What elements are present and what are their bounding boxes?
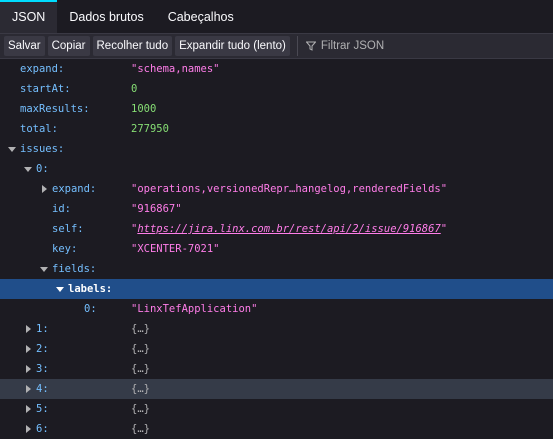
- json-value: "916867": [131, 203, 182, 215]
- json-key: maxResults:: [20, 103, 90, 115]
- json-value: "LinxTefApplication": [131, 303, 258, 315]
- chevron-right-icon[interactable]: [24, 365, 32, 373]
- json-row-issue-1[interactable]: 1: {…}: [0, 319, 553, 339]
- json-key: labels:: [68, 283, 113, 295]
- tab-json[interactable]: JSON: [0, 0, 58, 33]
- json-value: "https://jira.linx.com.br/rest/api/2/iss…: [131, 223, 447, 235]
- json-value: {…}: [131, 323, 150, 335]
- tab-headers-label: Cabeçalhos: [167, 9, 234, 24]
- copy-button[interactable]: Copiar: [47, 36, 90, 56]
- chevron-down-icon[interactable]: [24, 165, 32, 173]
- collapse-all-button[interactable]: Recolher tudo: [92, 36, 173, 56]
- tab-json-label: JSON: [12, 9, 46, 24]
- tab-raw-data[interactable]: Dados brutos: [57, 0, 155, 33]
- json-row-label-0[interactable]: 0: "LinxTefApplication": [0, 299, 553, 319]
- json-key: 5:: [36, 403, 49, 415]
- json-key: total:: [20, 123, 58, 135]
- json-value: 0: [131, 83, 138, 95]
- json-key: 2:: [36, 343, 49, 355]
- chevron-right-icon[interactable]: [24, 325, 32, 333]
- quote-close: ": [440, 223, 448, 235]
- json-key: expand:: [20, 63, 65, 75]
- tab-raw-data-label: Dados brutos: [69, 9, 144, 24]
- json-key: fields:: [52, 263, 97, 275]
- chevron-down-icon[interactable]: [40, 265, 48, 273]
- json-row-issue0-id[interactable]: id: "916867": [0, 199, 553, 219]
- json-row-issue0-expand[interactable]: expand: "operations,versionedRepr…hangel…: [0, 179, 553, 199]
- chevron-right-icon[interactable]: [40, 185, 48, 193]
- json-row-labels[interactable]: labels:: [0, 279, 553, 299]
- json-row-issue-5[interactable]: 5: {…}: [0, 399, 553, 419]
- json-row-maxresults[interactable]: maxResults: 1000: [0, 99, 553, 119]
- filter-icon: [305, 41, 316, 51]
- filter-json-input[interactable]: Filtrar JSON: [296, 36, 385, 56]
- json-toolbar: Salvar Copiar Recolher tudo Expandir tud…: [0, 34, 553, 59]
- json-key: key:: [52, 243, 78, 255]
- json-row-issues[interactable]: issues:: [0, 139, 553, 159]
- json-row-fields[interactable]: fields:: [0, 259, 553, 279]
- json-key: startAt:: [20, 83, 71, 95]
- json-value: "XCENTER-7021": [131, 243, 220, 255]
- json-row-issue0-key[interactable]: key: "XCENTER-7021": [0, 239, 553, 259]
- json-value: {…}: [131, 363, 150, 375]
- chevron-right-icon[interactable]: [24, 345, 32, 353]
- tab-headers[interactable]: Cabeçalhos: [156, 0, 246, 33]
- json-row-issue-0[interactable]: 0:: [0, 159, 553, 179]
- self-link[interactable]: https://jira.linx.com.br/rest/api/2/issu…: [137, 223, 440, 235]
- json-value: "schema,names": [131, 63, 220, 75]
- json-row-issue-6[interactable]: 6: {…}: [0, 419, 553, 439]
- json-value: 277950: [131, 123, 169, 135]
- json-row-total[interactable]: total: 277950: [0, 119, 553, 139]
- save-button[interactable]: Salvar: [4, 36, 45, 56]
- json-value: {…}: [131, 403, 150, 415]
- json-value: 1000: [131, 103, 157, 115]
- tab-bar: JSON Dados brutos Cabeçalhos: [0, 0, 553, 34]
- chevron-down-icon[interactable]: [8, 145, 16, 153]
- json-key: 3:: [36, 363, 49, 375]
- chevron-down-icon[interactable]: [56, 285, 64, 293]
- json-row-expand[interactable]: expand: "schema,names": [0, 59, 553, 79]
- chevron-right-icon[interactable]: [24, 405, 32, 413]
- chevron-right-icon[interactable]: [24, 425, 32, 433]
- filter-placeholder: Filtrar JSON: [320, 40, 385, 52]
- expand-all-button[interactable]: Expandir tudo (lento): [175, 36, 290, 56]
- json-value: {…}: [131, 343, 150, 355]
- json-value: {…}: [131, 423, 150, 435]
- json-row-issue-4[interactable]: 4: {…}: [0, 379, 553, 399]
- chevron-right-icon[interactable]: [24, 385, 32, 393]
- json-key: id:: [52, 203, 71, 215]
- json-row-issue-2[interactable]: 2: {…}: [0, 339, 553, 359]
- json-key: 0:: [84, 303, 97, 315]
- json-key: 1:: [36, 323, 49, 335]
- json-value: "operations,versionedRepr…hangelog,rende…: [131, 183, 448, 195]
- json-value: {…}: [131, 383, 150, 395]
- json-key: 6:: [36, 423, 49, 435]
- json-key: self:: [52, 223, 84, 235]
- json-row-startat[interactable]: startAt: 0: [0, 79, 553, 99]
- json-key: 4:: [36, 383, 49, 395]
- json-key: issues:: [20, 143, 65, 155]
- json-key: expand:: [52, 183, 97, 195]
- json-key: 0:: [36, 163, 49, 175]
- json-row-issue0-self[interactable]: self: "https://jira.linx.com.br/rest/api…: [0, 219, 553, 239]
- json-row-issue-3[interactable]: 3: {…}: [0, 359, 553, 379]
- json-tree: expand: "schema,names" startAt: 0 maxRes…: [0, 59, 553, 439]
